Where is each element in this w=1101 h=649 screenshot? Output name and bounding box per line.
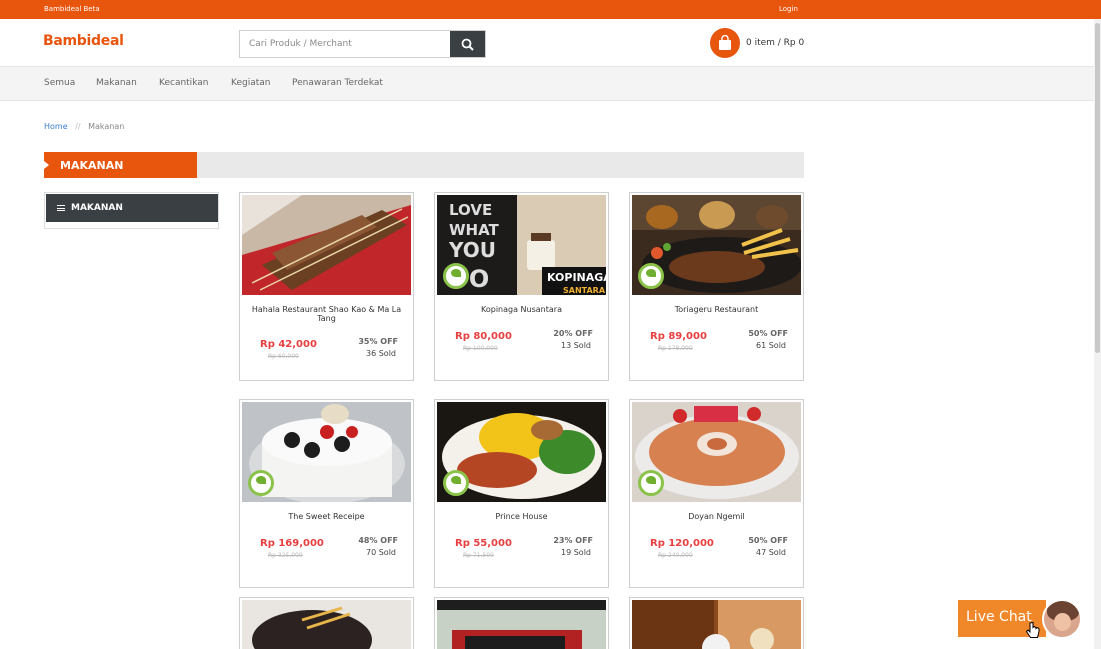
page-scrollbar[interactable] (1094, 19, 1101, 649)
product-name[interactable]: Toriageru Restaurant (638, 305, 795, 314)
scrollbar-thumb[interactable] (1095, 23, 1100, 353)
breadcrumb: Home // Makanan (44, 122, 124, 131)
product-card[interactable]: Toriageru Restaurant Rp 89,000 Rp 178,00… (629, 192, 804, 381)
product-name[interactable]: Kopinaga Nusantara (443, 305, 600, 314)
discount-label: 48% OFF (358, 536, 398, 545)
svg-text:WHAT: WHAT (449, 221, 500, 239)
header: Bambideal 0 item / Rp 0 (0, 19, 1101, 67)
sold-count: 36 Sold (366, 349, 396, 358)
nav-item-kecantikan[interactable]: Kecantikan (159, 78, 208, 88)
product-image-steak[interactable] (632, 195, 801, 295)
discount-label: 50% OFF (748, 329, 788, 338)
search-button[interactable] (450, 31, 485, 57)
top-bar: Bambideal Beta Login (0, 0, 1101, 19)
partner-badge-icon (638, 470, 664, 496)
product-card[interactable]: Prince House Rp 55,000 Rp 71,500 23% OFF… (434, 399, 609, 588)
sold-count: 13 Sold (561, 341, 591, 350)
sold-count: 19 Sold (561, 548, 591, 557)
product-name[interactable]: Prince House (443, 512, 600, 521)
sold-count: 61 Sold (756, 341, 786, 350)
cart-summary[interactable]: 0 item / Rp 0 (746, 38, 804, 48)
login-link[interactable]: Login (779, 5, 798, 13)
product-image-coffee[interactable]: LOVE WHAT YOU DO KOPINAGA SANTARA (437, 195, 606, 295)
svg-text:LOVE: LOVE (449, 201, 492, 219)
product-name[interactable]: Doyan Ngemil (638, 512, 795, 521)
partner-badge-icon (638, 263, 664, 289)
svg-text:KOPINAGA: KOPINAGA (547, 271, 606, 284)
live-chat-widget[interactable]: Live Chat (958, 599, 1082, 639)
search-box (239, 30, 486, 58)
product-card[interactable]: Doyan Ngemil Rp 120,000 Rp 240,000 50% O… (629, 399, 804, 588)
product-card[interactable]: LOVE WHAT YOU DO KOPINAGA SANTARA Kopina… (434, 192, 609, 381)
product-price: Rp 42,000 (260, 339, 317, 350)
nav-item-penawaran-terdekat[interactable]: Penawaran Terdekat (292, 78, 383, 88)
search-input[interactable] (240, 31, 451, 57)
product-name[interactable]: The Sweet Receipe (248, 512, 405, 521)
partner-badge-icon (443, 263, 469, 289)
shopping-bag-icon (719, 35, 731, 50)
discount-label: 23% OFF (553, 536, 593, 545)
product-name[interactable]: Hahala Restaurant Shao Kao & Ma La Tang (248, 305, 405, 323)
sold-count: 70 Sold (366, 548, 396, 557)
discount-label: 20% OFF (553, 329, 593, 338)
product-image-storefront[interactable] (437, 600, 606, 649)
product-card[interactable] (239, 597, 414, 649)
section-title: MAKANAN (44, 152, 197, 178)
beta-label: Bambideal Beta (44, 5, 100, 13)
product-old-price: Rp 71,500 (463, 552, 494, 559)
product-image-restaurant[interactable] (632, 600, 801, 649)
product-price: Rp 120,000 (650, 538, 714, 549)
breadcrumb-separator: // (75, 122, 81, 131)
section-header: MAKANAN (44, 152, 804, 178)
nav-item-semua[interactable]: Semua (44, 78, 75, 88)
product-image-dessert[interactable] (632, 402, 801, 502)
product-card[interactable] (434, 597, 609, 649)
nav-item-kegiatan[interactable]: Kegiatan (231, 78, 270, 88)
sidebar-category: MAKANAN (44, 192, 219, 229)
sidebar-heading[interactable]: MAKANAN (46, 194, 218, 222)
product-card[interactable] (629, 597, 804, 649)
product-card[interactable]: The Sweet Receipe Rp 169,000 Rp 325,000 … (239, 399, 414, 588)
product-image-rice-plate[interactable] (437, 402, 606, 502)
breadcrumb-current: Makanan (88, 122, 125, 131)
discount-label: 35% OFF (358, 337, 398, 346)
product-old-price: Rp 100,000 (463, 345, 498, 352)
category-nav: Semua Makanan Kecantikan Kegiatan Penawa… (0, 67, 1101, 101)
cart-button[interactable] (710, 28, 740, 58)
svg-text:YOU: YOU (448, 238, 496, 262)
partner-badge-icon (443, 470, 469, 496)
svg-text:SANTARA: SANTARA (563, 286, 606, 295)
product-old-price: Rp 60,000 (268, 353, 299, 360)
sold-count: 47 Sold (756, 548, 786, 557)
hamburger-icon (57, 205, 65, 211)
product-image-skewers[interactable] (242, 195, 411, 295)
sidebar-heading-label: MAKANAN (71, 203, 123, 213)
product-image-fries[interactable] (242, 600, 411, 649)
nav-item-makanan[interactable]: Makanan (96, 78, 137, 88)
product-old-price: Rp 325,000 (268, 552, 303, 559)
product-old-price: Rp 178,000 (658, 345, 693, 352)
chat-agent-avatar[interactable] (1042, 599, 1082, 639)
product-card[interactable]: Hahala Restaurant Shao Kao & Ma La Tang … (239, 192, 414, 381)
hand-cursor-icon (1026, 622, 1040, 638)
partner-badge-icon (248, 470, 274, 496)
product-price: Rp 89,000 (650, 331, 707, 342)
site-logo[interactable]: Bambideal (43, 33, 124, 49)
search-icon (461, 38, 474, 51)
product-price: Rp 169,000 (260, 538, 324, 549)
product-price: Rp 55,000 (455, 538, 512, 549)
breadcrumb-home[interactable]: Home (44, 122, 68, 131)
product-price: Rp 80,000 (455, 331, 512, 342)
discount-label: 50% OFF (748, 536, 788, 545)
product-image-cake[interactable] (242, 402, 411, 502)
product-old-price: Rp 240,000 (658, 552, 693, 559)
